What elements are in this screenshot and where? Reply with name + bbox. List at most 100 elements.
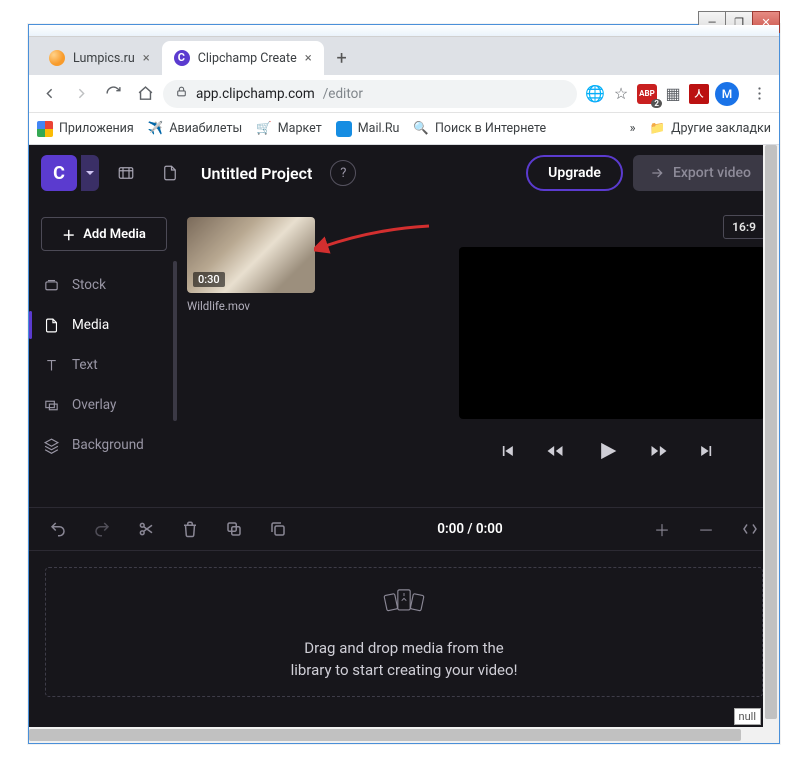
rewind-button[interactable] [545, 441, 565, 461]
app-body: ＋ Add Media Stock Media Text Overl [29, 201, 779, 501]
sidebar-item-background[interactable]: Background [29, 425, 179, 465]
media-icon [43, 317, 60, 334]
bookmark-overflow[interactable]: » [630, 121, 636, 136]
omnibar: app.clipchamp.com/editor 🌐 ☆ ABP2 ▦ 人 M [29, 75, 779, 113]
dropzone-icon [377, 583, 431, 627]
timeline-toolbar: 0:00 / 0:00 ＋ － [29, 507, 779, 551]
sidebar-item-stock[interactable]: Stock [29, 265, 179, 305]
sidebar: ＋ Add Media Stock Media Text Overl [29, 201, 179, 501]
bookmark-other[interactable]: 📁Другие закладки [650, 121, 771, 136]
url-host: app.clipchamp.com [196, 86, 315, 102]
skip-end-button[interactable] [697, 441, 717, 461]
sidebar-item-media[interactable]: Media [29, 305, 179, 345]
logo-dropdown-icon[interactable] [81, 155, 99, 191]
bookmark-apps[interactable]: Приложения [37, 121, 134, 137]
tab-close-icon[interactable]: × [305, 51, 312, 66]
plus-icon: ＋ [62, 225, 75, 244]
sidebar-item-overlay[interactable]: Overlay [29, 385, 179, 425]
tab-clipchamp[interactable]: Clipchamp Create × [162, 41, 324, 75]
help-button[interactable]: ? [330, 160, 356, 186]
folder-icon: 📁 [650, 121, 666, 136]
sidebar-scrollbar[interactable] [173, 261, 177, 421]
menu-button[interactable] [745, 80, 773, 108]
plane-icon: ✈️ [148, 121, 164, 136]
stock-icon [43, 277, 60, 294]
profile-avatar[interactable]: M [715, 82, 739, 106]
logo-icon[interactable]: C [41, 155, 77, 191]
abp-extension-icon[interactable]: ABP2 [637, 84, 657, 104]
bookmark-avia[interactable]: ✈️Авиабилеты [148, 121, 242, 136]
bookmarks-bar: Приложения ✈️Авиабилеты 🛒Маркет Mail.Ru … [29, 113, 779, 145]
project-title[interactable]: Untitled Project [201, 164, 312, 183]
null-label: null [734, 708, 762, 725]
media-pane: 0:30 Wildlife.mov [179, 201, 449, 501]
sidebar-item-label: Background [72, 437, 144, 453]
play-button[interactable] [593, 437, 621, 465]
sidebar-item-label: Stock [72, 277, 106, 293]
delete-button[interactable] [179, 518, 201, 540]
copy-button[interactable] [223, 518, 245, 540]
aspect-ratio-button[interactable]: 16:9 [723, 215, 765, 239]
titlebar [29, 25, 779, 37]
translate-icon[interactable]: 🌐 [585, 84, 605, 104]
bookmark-search[interactable]: 🔍Поиск в Интернете [413, 121, 546, 136]
timeline-time: 0:00 / 0:00 [311, 521, 629, 537]
zoom-out-button[interactable]: － [695, 518, 717, 540]
fit-button[interactable] [739, 518, 761, 540]
export-button[interactable]: Export video [633, 155, 767, 191]
playback-controls [449, 437, 765, 465]
zoom-in-button[interactable]: ＋ [651, 518, 673, 540]
layers-icon [43, 437, 60, 454]
app-header: C Untitled Project ? Upgrade Export vide… [29, 145, 779, 201]
home-button[interactable] [131, 80, 159, 108]
fastforward-button[interactable] [649, 441, 669, 461]
file-icon[interactable] [153, 156, 187, 190]
text-icon [43, 357, 60, 374]
horizontal-scrollbar[interactable] [29, 727, 763, 743]
sidebar-item-label: Media [72, 317, 109, 333]
split-button[interactable] [135, 518, 157, 540]
redo-button[interactable] [91, 518, 113, 540]
bookmark-mail[interactable]: Mail.Ru [336, 121, 400, 137]
thumbnail-duration: 0:30 [193, 272, 225, 287]
media-thumbnail[interactable]: 0:30 [187, 217, 315, 293]
add-media-button[interactable]: ＋ Add Media [41, 217, 167, 251]
browser-window: — ❐ ✕ Lumpics.ru × Clipchamp Create × + … [28, 24, 780, 744]
ext-icon[interactable]: ▦ [663, 84, 683, 104]
address-bar[interactable]: app.clipchamp.com/editor [163, 80, 577, 108]
tab-close-icon[interactable]: × [143, 51, 150, 66]
lock-icon [175, 85, 188, 102]
overlay-icon [43, 397, 60, 414]
vertical-scrollbar[interactable] [763, 145, 779, 743]
preview-column: 16:9 [449, 201, 779, 501]
dropzone-text: Drag and drop media from the library to … [291, 637, 518, 682]
video-preview[interactable] [459, 247, 765, 419]
abp-badge: 2 [651, 99, 662, 108]
cart-icon: 🛒 [256, 121, 272, 136]
video-library-icon[interactable] [109, 156, 143, 190]
bookmark-market[interactable]: 🛒Маркет [256, 121, 322, 136]
sidebar-item-text[interactable]: Text [29, 345, 179, 385]
search-icon: 🔍 [413, 121, 429, 136]
url-path: /editor [323, 86, 363, 102]
tab-lumpics[interactable]: Lumpics.ru × [37, 41, 162, 75]
upgrade-button[interactable]: Upgrade [526, 155, 623, 191]
duplicate-button[interactable] [267, 518, 289, 540]
favicon-icon [49, 50, 65, 66]
tab-strip: Lumpics.ru × Clipchamp Create × + [29, 37, 779, 75]
forward-button[interactable] [67, 80, 95, 108]
clipchamp-app: C Untitled Project ? Upgrade Export vide… [29, 145, 779, 743]
back-button[interactable] [35, 80, 63, 108]
extensions: 🌐 ☆ ABP2 ▦ 人 M [581, 80, 773, 108]
sidebar-item-label: Overlay [72, 397, 116, 413]
apps-icon [37, 121, 53, 137]
new-tab-button[interactable]: + [328, 44, 356, 72]
reload-button[interactable] [99, 80, 127, 108]
tab-title: Clipchamp Create [198, 51, 297, 66]
timeline-dropzone[interactable]: Drag and drop media from the library to … [45, 567, 763, 697]
star-icon[interactable]: ☆ [611, 84, 631, 104]
skip-start-button[interactable] [497, 441, 517, 461]
undo-button[interactable] [47, 518, 69, 540]
thumbnail-filename: Wildlife.mov [187, 299, 441, 313]
pdf-extension-icon[interactable]: 人 [689, 84, 709, 104]
